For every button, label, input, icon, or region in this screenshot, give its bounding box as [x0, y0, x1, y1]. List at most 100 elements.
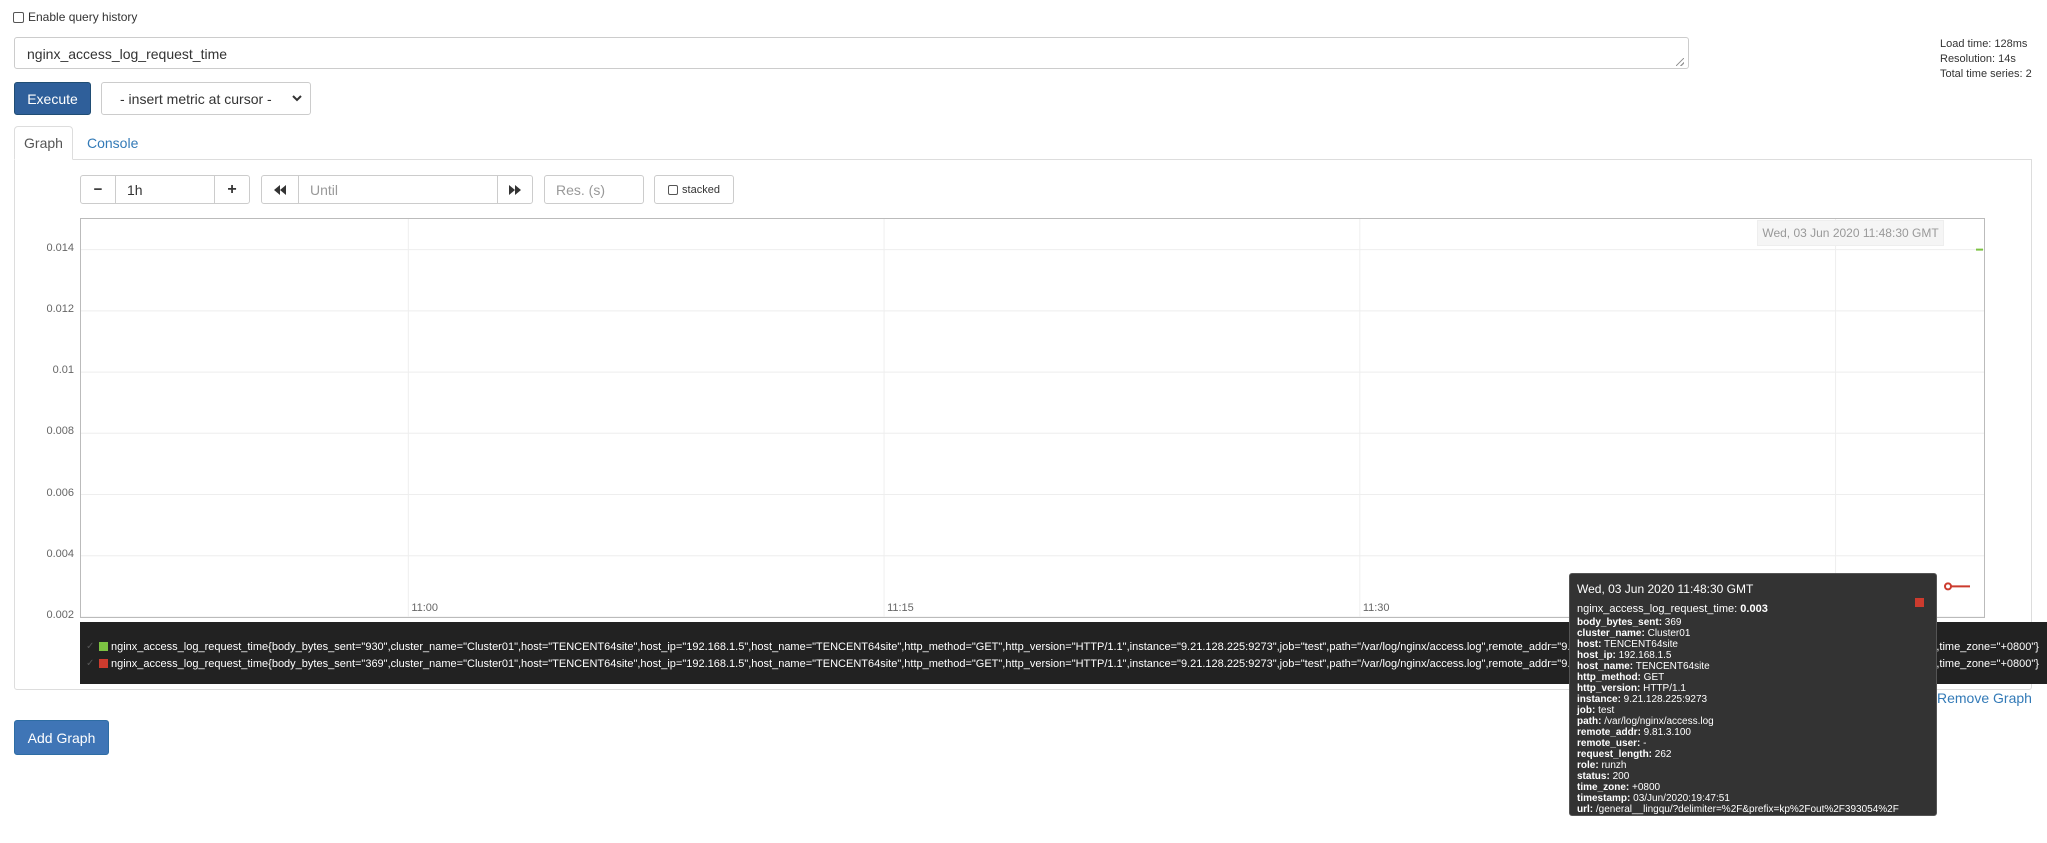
series-point — [1944, 582, 1952, 591]
y-tick-label: 0.012 — [46, 302, 74, 315]
tooltip-label-row: body_bytes_sent: 369 — [1577, 617, 1929, 628]
tooltip-label-row: host_ip: 192.168.1.5 — [1577, 650, 1929, 661]
double-chevron-right-icon — [509, 184, 521, 195]
legend-swatch — [99, 659, 108, 668]
tooltip-label-key: host: — [1577, 639, 1602, 650]
graph-chart: 11:0011:1511:3011:45 — [81, 219, 1984, 617]
tooltip-label-key: host_ip: — [1577, 650, 1616, 661]
tab-graph[interactable]: Graph — [14, 126, 73, 160]
tooltip-label-row: http_version: HTTP/1.1 — [1577, 683, 1929, 694]
stacked-checkbox — [668, 184, 679, 195]
tab-console[interactable]: Console — [87, 126, 138, 159]
tooltip-label-key: path: — [1577, 716, 1602, 727]
tooltip-label-value: +0800 — [1629, 782, 1661, 793]
tooltip-label-row: url: /general__lingqu/?delimiter=%2F&pre… — [1577, 804, 1929, 815]
tooltip-label-value: runzh — [1598, 760, 1627, 771]
tooltip-label-key: host_name: — [1577, 661, 1634, 672]
y-tick-label: 0.002 — [46, 609, 74, 621]
query-history-label: Enable query history — [28, 10, 138, 24]
tooltip-value: 0.003 — [1740, 603, 1768, 615]
tooltip-label-value: /general__lingqu/?delimiter=%2F&prefix=k… — [1593, 804, 1899, 815]
range-input[interactable]: 1h — [115, 175, 215, 204]
tooltip-label-key: http_version: — [1577, 683, 1641, 694]
time-forward-button[interactable] — [497, 175, 533, 204]
insert-metric-label: - insert metric at cursor - — [120, 90, 272, 107]
y-tick-label: 0.004 — [46, 547, 74, 560]
tooltip-label-row: job: test — [1577, 705, 1929, 716]
remove-graph-link[interactable]: Remove Graph — [1937, 690, 2032, 706]
tooltip-label-row: path: /var/log/nginx/access.log — [1577, 716, 1929, 727]
tooltip-label-value: /var/log/nginx/access.log — [1601, 716, 1714, 727]
tooltip-label-value: TENCENT64site — [1601, 639, 1678, 650]
stacked-toggle-button[interactable]: stacked — [654, 175, 734, 204]
tooltip-label-key: time_zone: — [1577, 782, 1630, 793]
plus-icon: + — [227, 180, 237, 198]
tab-console-label: Console — [87, 134, 139, 151]
double-chevron-left-icon — [274, 184, 286, 195]
query-history-checkbox[interactable] — [13, 11, 24, 23]
tooltip-label-value: 369 — [1662, 617, 1682, 628]
tooltip-label-value: test — [1595, 705, 1615, 716]
y-tick-label: 0.008 — [46, 425, 74, 438]
resolution-placeholder: Res. (s) — [556, 181, 605, 198]
tooltip-label-key: instance: — [1577, 694, 1621, 705]
x-tick-label: 11:30 — [1363, 602, 1390, 614]
x-tick-label: 11:00 — [411, 602, 438, 614]
tooltip-label-row: role: runzh — [1577, 760, 1929, 771]
tooltip-label-row: remote_user: - — [1577, 738, 1929, 749]
tab-graph-label: Graph — [24, 135, 63, 151]
chevron-down-icon — [292, 95, 302, 102]
x-tick-label: 11:15 — [887, 602, 914, 614]
query-history-toggle[interactable]: Enable query history — [13, 10, 137, 24]
tooltip-label-key: timestamp: — [1577, 793, 1631, 804]
expression-input[interactable]: nginx_access_log_request_time — [14, 37, 1689, 69]
add-graph-button[interactable]: Add Graph — [14, 720, 109, 755]
tooltip-label-value: GET — [1640, 672, 1665, 683]
tooltip-label-key: cluster_name: — [1577, 628, 1645, 639]
tooltip-label-value: 192.168.1.5 — [1615, 650, 1672, 661]
graph-hover-tooltip: Wed, 03 Jun 2020 11:48:30 GMT nginx_acce… — [1569, 573, 1937, 816]
tooltip-label-key: remote_user: — [1577, 738, 1641, 749]
resolution: Resolution: 14s — [1940, 53, 2016, 65]
resolution-input[interactable]: Res. (s) — [544, 175, 644, 204]
range-decrease-button[interactable]: − — [80, 175, 116, 204]
tooltip-label-value: 9.21.128.225:9273 — [1620, 694, 1708, 705]
tooltip-label-value: - — [1640, 738, 1647, 749]
tooltip-metric: nginx_access_log_request_time: 0.003 — [1577, 602, 1929, 616]
time-back-button[interactable] — [261, 175, 299, 204]
tooltip-label-row: remote_addr: 9.81.3.100 — [1577, 727, 1929, 738]
tooltip-metric-name: nginx_access_log_request_time: — [1577, 603, 1738, 615]
legend-swatch — [99, 642, 108, 651]
insert-metric-select[interactable]: - insert metric at cursor - — [101, 82, 311, 115]
range-value: 1h — [127, 181, 143, 198]
tooltip-label-value: 262 — [1652, 749, 1672, 760]
y-tick-label: 0.014 — [46, 241, 74, 254]
tooltip-label-row: host: TENCENT64site — [1577, 639, 1929, 650]
tooltip-label-row: instance: 9.21.128.225:9273 — [1577, 694, 1929, 705]
tooltip-label-row: status: 200 — [1577, 771, 1929, 782]
tooltip-label-row: request_length: 262 — [1577, 749, 1929, 760]
tooltip-label-value: 03/Jun/2020:19:47:51 — [1630, 793, 1730, 804]
tooltip-swatch — [1915, 598, 1924, 607]
check-icon: ✓ — [86, 658, 95, 669]
tooltip-label-key: job: — [1577, 705, 1596, 716]
tooltip-label-key: role: — [1577, 760, 1599, 771]
tooltip-label-key: http_method: — [1577, 672, 1641, 683]
tooltip-time: Wed, 03 Jun 2020 11:48:30 GMT — [1577, 582, 1754, 596]
resize-handle[interactable] — [1676, 58, 1684, 66]
tooltip-label-value: Cluster01 — [1644, 628, 1691, 639]
tooltip-label-value: 9.81.3.100 — [1640, 727, 1691, 738]
y-tick-label: 0.01 — [52, 364, 74, 377]
until-input[interactable]: Until — [298, 175, 498, 204]
tooltip-label-value: HTTP/1.1 — [1640, 683, 1686, 694]
tooltip-label-key: body_bytes_sent: — [1577, 617, 1663, 628]
total-time-series: Total time series: 2 — [1940, 68, 2032, 80]
load-time: Load time: 128ms — [1940, 38, 2028, 50]
graph-plot-area[interactable]: 11:0011:1511:3011:45 — [80, 218, 1985, 618]
execute-button[interactable]: Execute — [14, 82, 91, 115]
tooltip-label-key: status: — [1577, 771, 1610, 782]
tooltip-labels: body_bytes_sent: 369 cluster_name: Cluste… — [1577, 617, 1929, 815]
tooltip-label-row: host_name: TENCENT64site — [1577, 661, 1929, 672]
stacked-label: stacked — [682, 183, 720, 196]
range-increase-button[interactable]: + — [214, 175, 250, 204]
